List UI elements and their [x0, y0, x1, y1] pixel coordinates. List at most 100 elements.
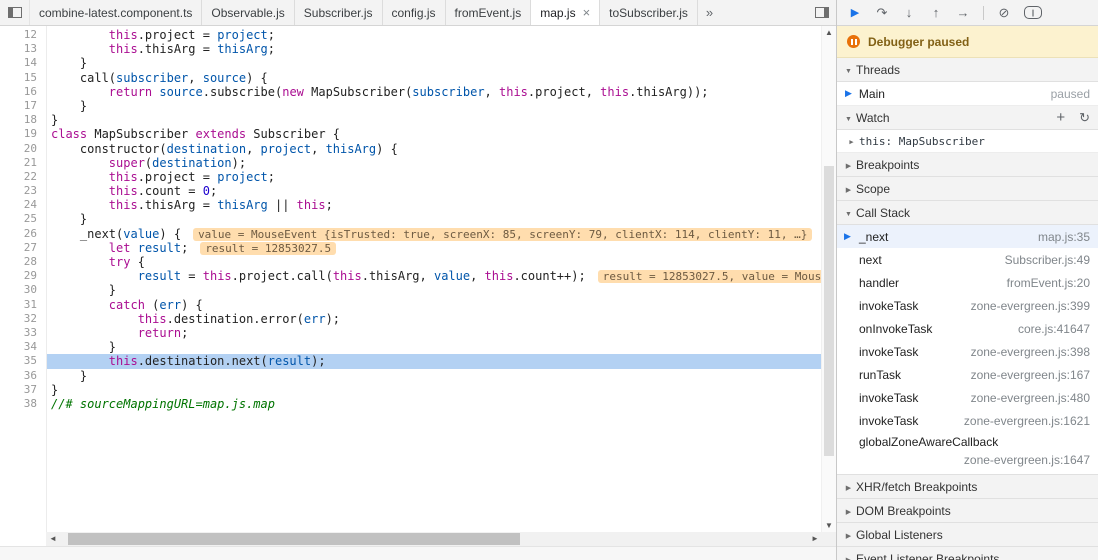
file-tab[interactable]: fromEvent.js: [446, 0, 532, 25]
line-number[interactable]: 18: [0, 113, 46, 127]
code-line: 29 result = this.project.call(this.thisA…: [0, 269, 821, 283]
file-tab[interactable]: config.js: [383, 0, 446, 25]
file-tab[interactable]: toSubscriber.js: [600, 0, 698, 25]
call-stack-frame[interactable]: ▶_nextmap.js:35: [837, 225, 1098, 248]
horizontal-scrollbar-thumb[interactable]: [68, 533, 520, 545]
frame-location: zone-evergreen.js:1621: [954, 414, 1090, 428]
line-number[interactable]: 35: [0, 354, 46, 368]
scroll-up-arrow-icon[interactable]: ▲: [822, 26, 836, 39]
line-number[interactable]: 22: [0, 170, 46, 184]
call-stack-frame[interactable]: invokeTaskzone-evergreen.js:398: [837, 340, 1098, 363]
resume-script-button[interactable]: ▶: [843, 3, 867, 23]
line-number[interactable]: 20: [0, 142, 46, 156]
section-title: DOM Breakpoints: [856, 504, 951, 518]
scroll-right-arrow-icon[interactable]: ►: [808, 532, 822, 546]
code-line: 28 try {: [0, 255, 821, 269]
step-button[interactable]: →: [951, 3, 975, 23]
section-title: Event Listener Breakpoints: [856, 552, 999, 560]
section-call-stack-header[interactable]: Call Stack: [837, 201, 1098, 225]
line-number[interactable]: 38: [0, 397, 46, 411]
frame-location: fromEvent.js:20: [997, 276, 1090, 290]
line-number[interactable]: 26: [0, 227, 46, 241]
code-text: catch (err) {: [46, 298, 821, 312]
line-number[interactable]: 19: [0, 127, 46, 141]
code-text: //# sourceMappingURL=map.js.map: [46, 397, 821, 411]
deactivate-breakpoints-button[interactable]: ⊘: [992, 3, 1016, 23]
call-stack-frame[interactable]: runTaskzone-evergreen.js:167: [837, 363, 1098, 386]
section-watch-header[interactable]: Watch + ↻: [837, 106, 1098, 130]
line-number[interactable]: 33: [0, 326, 46, 340]
code-line: 12 this.project = project;: [0, 28, 821, 42]
disclosure-triangle-icon: [843, 206, 854, 220]
step-out-button[interactable]: ↑: [924, 3, 948, 23]
line-number[interactable]: 23: [0, 184, 46, 198]
step-over-button[interactable]: ↷: [870, 3, 894, 23]
file-tab[interactable]: Observable.js: [202, 0, 294, 25]
code-area[interactable]: 12 this.project = project;13 this.thisAr…: [0, 26, 821, 532]
line-number[interactable]: 28: [0, 255, 46, 269]
more-tabs-button[interactable]: »: [698, 0, 721, 25]
line-number[interactable]: 30: [0, 283, 46, 297]
pause-on-exceptions-button[interactable]: ∥: [1024, 6, 1042, 19]
code-line: 14 }: [0, 56, 821, 70]
navigator-toggle-button[interactable]: [0, 0, 30, 25]
line-number[interactable]: 34: [0, 340, 46, 354]
code-line: 24 this.thisArg = thisArg || this;: [0, 198, 821, 212]
frame-location: zone-evergreen.js:398: [961, 345, 1090, 359]
frame-location: Subscriber.js:49: [995, 253, 1090, 267]
section-dom-breakpoints-header[interactable]: DOM Breakpoints: [837, 499, 1098, 523]
section-breakpoints-header[interactable]: Breakpoints: [837, 153, 1098, 177]
section-xhr-fetch-breakpoints-header[interactable]: XHR/fetch Breakpoints: [837, 475, 1098, 499]
frame-name: globalZoneAwareCallback: [859, 435, 1090, 449]
file-tab[interactable]: map.js×: [531, 0, 600, 25]
line-number[interactable]: 17: [0, 99, 46, 113]
thread-row-main[interactable]: ▶ Main paused: [837, 82, 1098, 106]
disclosure-triangle-icon: [843, 182, 854, 196]
call-stack-frame[interactable]: invokeTaskzone-evergreen.js:399: [837, 294, 1098, 317]
section-threads-header[interactable]: Threads: [837, 58, 1098, 82]
line-number[interactable]: 21: [0, 156, 46, 170]
editor-vertical-scrollbar[interactable]: ▲ ▼: [821, 26, 836, 532]
line-number[interactable]: 27: [0, 241, 46, 255]
call-stack-frame[interactable]: handlerfromEvent.js:20: [837, 271, 1098, 294]
frame-name: onInvokeTask: [859, 322, 932, 336]
watch-expression-row[interactable]: this: MapSubscriber: [837, 130, 1098, 153]
file-tab-label: toSubscriber.js: [609, 6, 688, 20]
close-tab-icon[interactable]: ×: [583, 6, 591, 19]
editor-horizontal-scrollbar[interactable]: ◄ ►: [46, 532, 822, 546]
file-tab[interactable]: combine-latest.component.ts: [30, 0, 202, 25]
call-stack-frame[interactable]: invokeTaskzone-evergreen.js:1621: [837, 409, 1098, 432]
line-number[interactable]: 14: [0, 56, 46, 70]
call-stack-frame[interactable]: nextSubscriber.js:49: [837, 248, 1098, 271]
line-number[interactable]: 31: [0, 298, 46, 312]
line-number[interactable]: 29: [0, 269, 46, 283]
step-into-button[interactable]: ↓: [897, 3, 921, 23]
line-number[interactable]: 36: [0, 369, 46, 383]
section-event-listener-breakpoints-header[interactable]: Event Listener Breakpoints: [837, 547, 1098, 560]
line-number[interactable]: 24: [0, 198, 46, 212]
scroll-left-arrow-icon[interactable]: ◄: [46, 532, 60, 546]
refresh-watch-icon[interactable]: ↻: [1079, 111, 1090, 124]
section-global-listeners-header[interactable]: Global Listeners: [837, 523, 1098, 547]
add-watch-expression-icon[interactable]: +: [1056, 110, 1065, 125]
line-number[interactable]: 12: [0, 28, 46, 42]
section-scope-header[interactable]: Scope: [837, 177, 1098, 201]
debugger-sidebar-toggle-button[interactable]: [808, 0, 836, 25]
code-line: 13 this.thisArg = thisArg;: [0, 42, 821, 56]
code-line: 19class MapSubscriber extends Subscriber…: [0, 127, 821, 141]
scroll-down-arrow-icon[interactable]: ▼: [822, 519, 836, 532]
line-number[interactable]: 13: [0, 42, 46, 56]
code-text: }: [46, 113, 821, 127]
code-line: 20 constructor(destination, project, thi…: [0, 142, 821, 156]
call-stack-frame[interactable]: invokeTaskzone-evergreen.js:480: [837, 386, 1098, 409]
line-number[interactable]: 32: [0, 312, 46, 326]
call-stack-frame[interactable]: globalZoneAwareCallbackzone-evergreen.js…: [837, 432, 1098, 474]
vertical-scrollbar-thumb[interactable]: [824, 166, 834, 456]
line-number[interactable]: 16: [0, 85, 46, 99]
line-number[interactable]: 25: [0, 212, 46, 226]
call-stack-frame[interactable]: onInvokeTaskcore.js:41647: [837, 317, 1098, 340]
file-tab[interactable]: Subscriber.js: [295, 0, 383, 25]
horizontal-scrollbar-track[interactable]: [60, 532, 808, 546]
line-number[interactable]: 37: [0, 383, 46, 397]
line-number[interactable]: 15: [0, 71, 46, 85]
